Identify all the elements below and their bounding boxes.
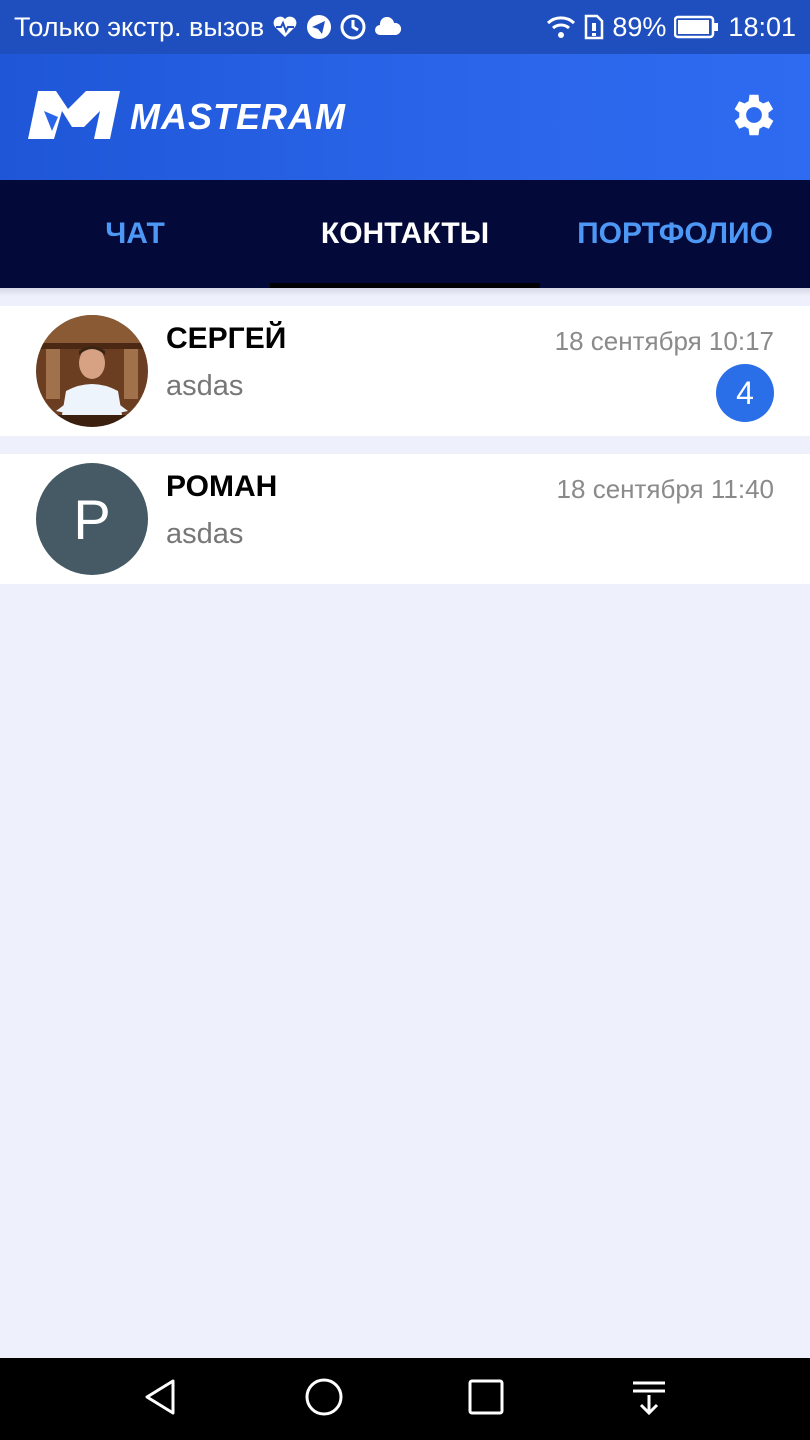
settings-button[interactable]: [726, 89, 782, 145]
contact-name: СЕРГЕЙ: [166, 322, 287, 355]
list-item[interactable]: P РОМАН asdas 18 сентября 11:40: [0, 454, 810, 584]
recents-button[interactable]: [446, 1369, 526, 1429]
status-bar: Только экстр. вызов 89% 18:01: [0, 0, 810, 54]
tab-shadow: [0, 288, 810, 296]
heart-pulse-icon: [272, 15, 298, 39]
home-button[interactable]: [284, 1369, 364, 1429]
app-bar: MASTERAM: [0, 54, 810, 180]
gear-icon: [727, 88, 781, 147]
telegram-icon: [306, 14, 332, 40]
list-item[interactable]: СЕРГЕЙ asdas 18 сентября 10:17 4: [0, 306, 810, 436]
battery-percent: 89%: [612, 11, 667, 42]
avatar: [36, 315, 148, 427]
app-logo: MASTERAM: [28, 87, 346, 148]
system-nav-bar: [0, 1358, 810, 1440]
carrier-text: Только экстр. вызов: [14, 11, 265, 42]
sim-icon: [584, 14, 604, 40]
logo-text: MASTERAM: [130, 96, 346, 137]
last-message: asdas: [166, 370, 244, 402]
avatar: P: [36, 463, 148, 575]
notification-shade-icon: [629, 1377, 669, 1422]
clock-icon: [340, 14, 366, 40]
back-button[interactable]: [121, 1369, 201, 1429]
home-icon: [304, 1377, 344, 1422]
wifi-icon: [546, 15, 576, 39]
tab-bar: ЧАТ КОНТАКТЫ ПОРТФОЛИО: [0, 180, 810, 288]
battery-icon: [674, 15, 720, 39]
tab-portfolio[interactable]: ПОРТФОЛИО: [540, 180, 810, 288]
contacts-list: СЕРГЕЙ asdas 18 сентября 10:17 4 P РОМАН…: [0, 306, 810, 584]
back-icon: [141, 1377, 181, 1422]
logo-mark-icon: [28, 87, 122, 148]
cloud-icon: [374, 17, 402, 37]
avatar-letter: P: [36, 463, 148, 575]
clock-time: 18:01: [728, 11, 796, 42]
last-message: asdas: [166, 518, 244, 550]
tab-chat[interactable]: ЧАТ: [0, 180, 270, 288]
message-time: 18 сентября 10:17: [554, 326, 774, 356]
tab-contacts[interactable]: КОНТАКТЫ: [270, 180, 540, 288]
recents-icon: [466, 1377, 506, 1422]
unread-badge: 4: [716, 364, 774, 422]
notification-shade-button[interactable]: [609, 1369, 689, 1429]
message-time: 18 сентября 11:40: [556, 474, 774, 504]
contact-name: РОМАН: [166, 470, 278, 503]
